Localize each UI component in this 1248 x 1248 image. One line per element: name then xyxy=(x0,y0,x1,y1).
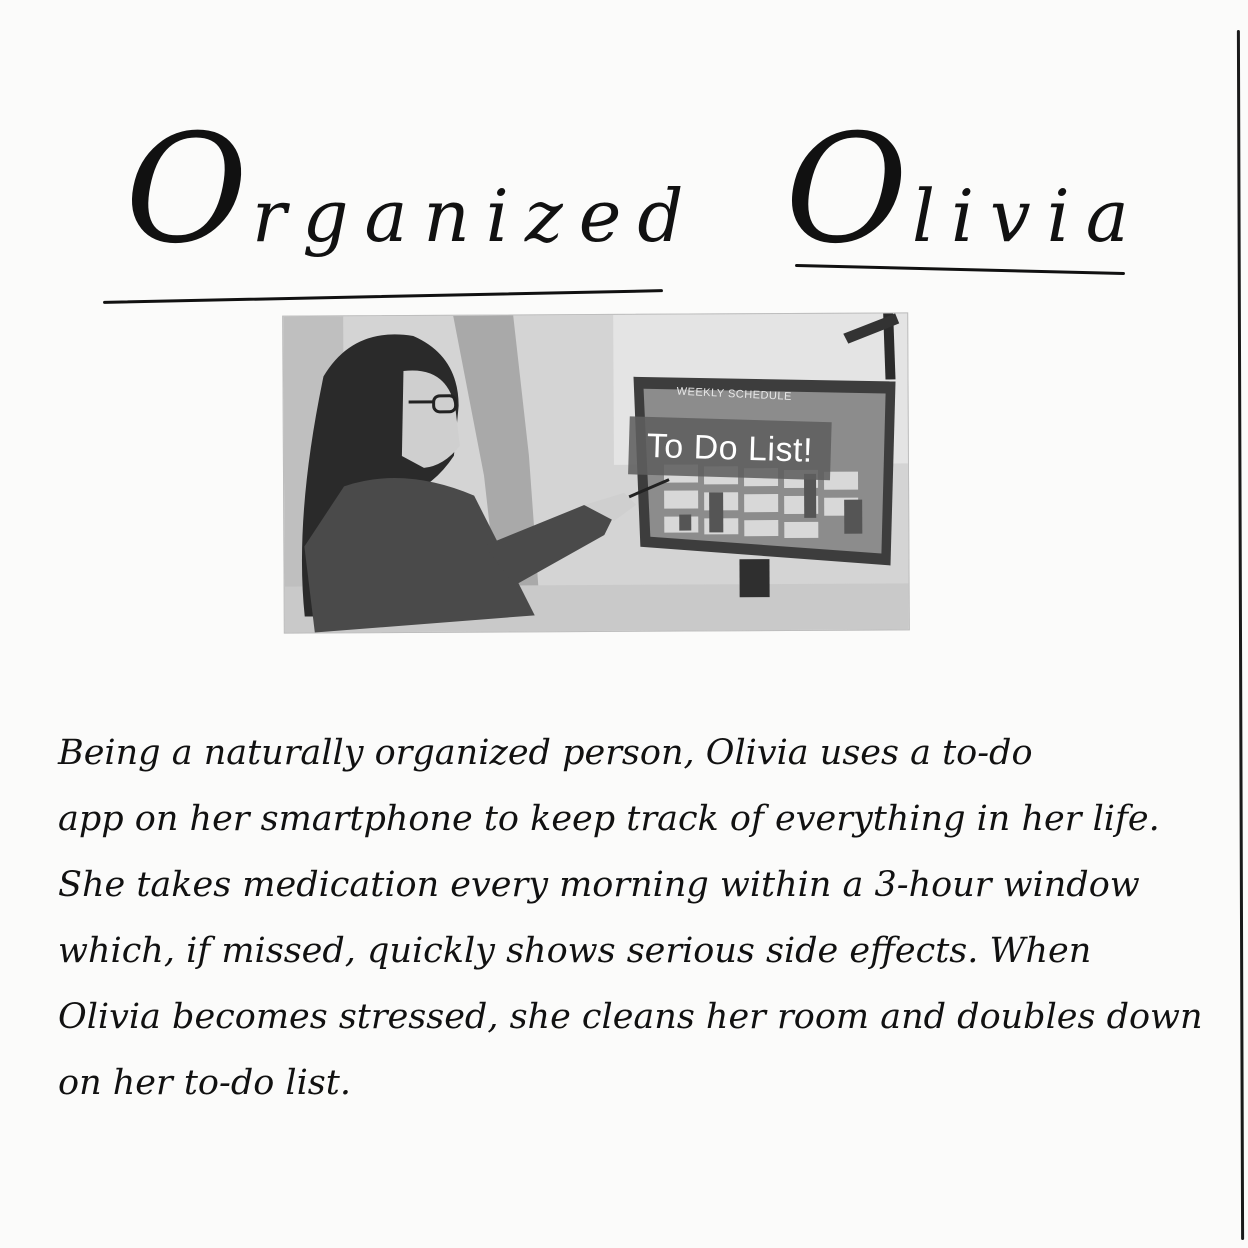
title-word-olivia: Olivia xyxy=(785,115,1145,305)
description-line: on her to-do list. xyxy=(58,1063,351,1103)
persona-description: Being a naturally organized person, Oliv… xyxy=(58,720,1218,1116)
description-line: Being a naturally organized person, Oliv… xyxy=(58,733,1033,773)
persona-photo: WEEKLY SCHEDULE To Do List! xyxy=(282,312,910,634)
todo-banner: To Do List! xyxy=(628,416,832,481)
title-rest-2: livia xyxy=(911,174,1145,258)
page-title: Organized Olivia xyxy=(95,115,1155,315)
title-rest-1: rganized xyxy=(251,174,700,258)
description-line: Olivia becomes stressed, she cleans her … xyxy=(58,997,1203,1037)
page-edge-line xyxy=(1236,29,1245,1241)
title-word-organized: Organized xyxy=(125,115,699,305)
description-line: She takes medication every morning withi… xyxy=(58,865,1140,905)
title-initial-1: O xyxy=(125,103,252,277)
description-line: app on her smartphone to keep track of e… xyxy=(58,799,1160,839)
description-line: which, if missed, quickly shows serious … xyxy=(58,931,1092,971)
persona-page: Organized Olivia WEEKLY SCHEDULE To Do L… xyxy=(0,0,1248,1248)
title-initial-2: O xyxy=(785,103,912,277)
